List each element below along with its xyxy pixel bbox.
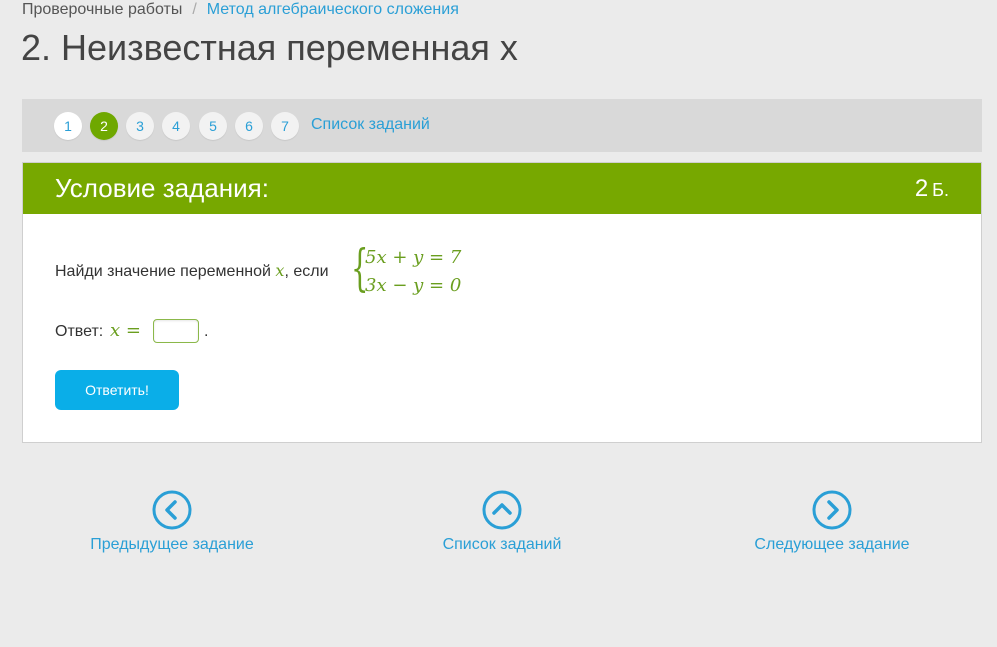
task-points: 2 Б. [915,174,949,205]
answer-label: Ответ: [55,323,104,340]
page-7-button[interactable]: 7 [271,112,299,140]
chevron-right-circle-icon [812,490,852,530]
task-card-header: Условие задания: 2 Б. [23,163,981,214]
chevron-left-circle-icon [152,490,192,530]
answer-variable: x = [110,320,141,341]
previous-task-label: Предыдущее задание [90,536,254,553]
points-unit: Б. [932,180,949,200]
task-condition-title: Условие задания: [55,173,269,203]
equation-system: { 5x + y = 7 3x − y = 0 [351,240,471,300]
page-4-button[interactable]: 4 [162,112,190,140]
points-value: 2 [914,175,929,202]
question-suffix: , если [284,263,329,280]
submit-answer-button[interactable]: Ответить! [55,370,179,410]
equation-2: 3x − y = 0 [365,275,462,296]
breadcrumb-separator: / [192,1,197,18]
task-pagination: 1 2 3 4 5 6 7 Список заданий [22,99,982,152]
task-list-bottom-label: Список заданий [442,536,562,553]
breadcrumb-root[interactable]: Проверочные работы [22,1,182,18]
page-title: 2. Неизвестная переменная x [21,27,518,68]
breadcrumb: Проверочные работы / Метод алгебраического… [22,0,459,22]
task-list-bottom-link[interactable]: Список заданий [432,490,572,556]
equation-1: 5x + y = 7 [365,247,462,268]
next-task-label: Следующее задание [754,536,910,553]
answer-input[interactable] [153,319,199,343]
page-3-button[interactable]: 3 [126,112,154,140]
page-1-button[interactable]: 1 [54,112,82,140]
page-2-button[interactable]: 2 [90,112,118,140]
task-card: Условие задания: 2 Б. Найди значение пере… [22,162,982,443]
previous-task-link[interactable]: Предыдущее задание [86,490,258,556]
answer-end: . [204,323,209,340]
page-5-button[interactable]: 5 [199,112,227,140]
question-prefix: Найди значение переменной [55,263,271,280]
page: Проверочные работы / Метод алгебраического… [0,0,997,647]
page-6-button[interactable]: 6 [235,112,263,140]
next-task-link[interactable]: Следующее задание [745,490,919,556]
question-text: Найди значение переменной x, если [55,261,329,282]
chevron-up-circle-icon [482,490,522,530]
breadcrumb-current[interactable]: Метод алгебраического сложения [207,1,459,18]
task-list-link[interactable]: Список заданий [311,114,430,136]
